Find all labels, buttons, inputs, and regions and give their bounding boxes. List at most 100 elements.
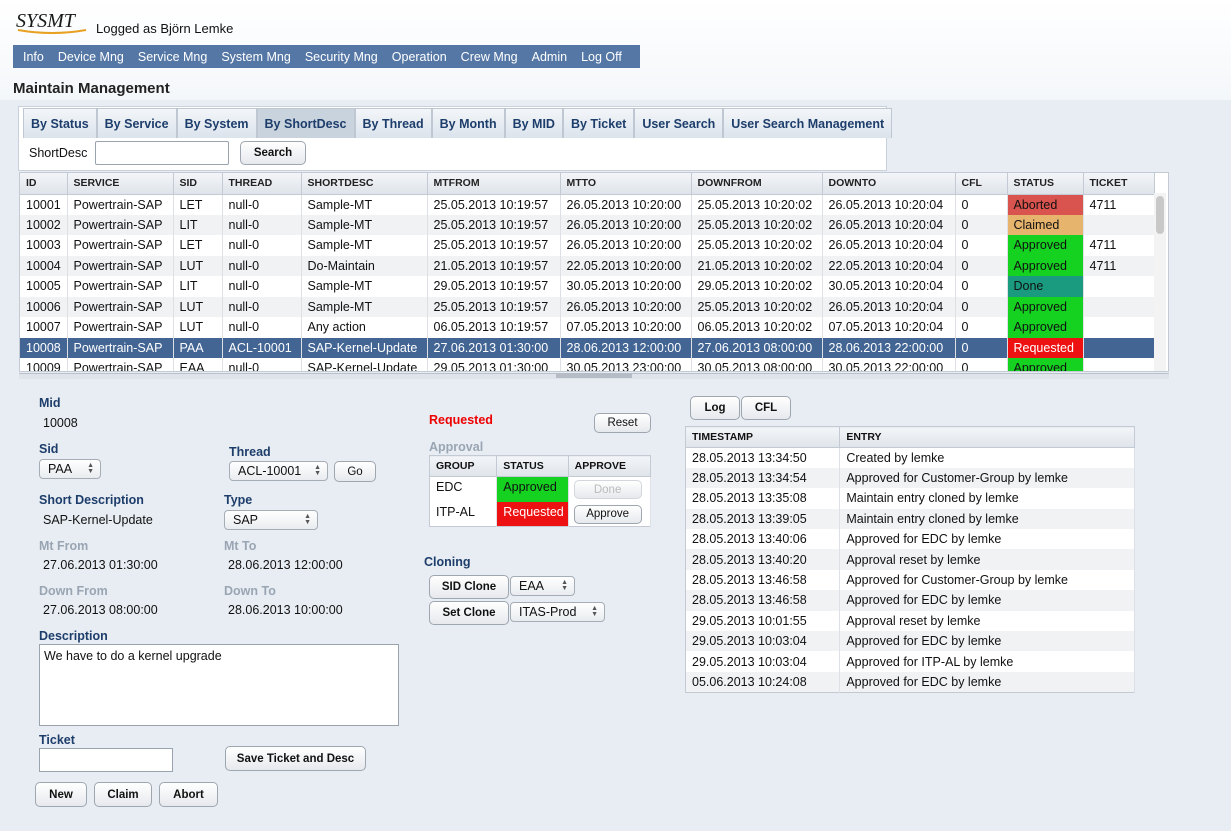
table-row[interactable]: 10008 Powertrain-SAP PAA ACL-10001 SAP-Kerne… xyxy=(20,337,1155,358)
new-button[interactable]: New xyxy=(35,782,87,807)
table-row[interactable]: 10009 Powertrain-SAP EAA null-0 SAP-Kernel-U… xyxy=(20,358,1155,371)
select-arrows-icon: ▲ ▼ xyxy=(314,464,321,477)
shortdesc-detail-label: Short Description xyxy=(39,493,144,507)
column-header-mtto[interactable]: MTTO xyxy=(560,173,692,195)
tab-by-shortdesc[interactable]: By ShortDesc xyxy=(256,108,355,138)
tab-by-mid[interactable]: By MID xyxy=(504,108,563,138)
description-textarea[interactable]: We have to do a kernel upgrade xyxy=(39,644,399,726)
mtfrom-label: Mt From xyxy=(39,539,89,553)
table-row[interactable]: 10001 Powertrain-SAP LET null-0 Sample-MT 25.… xyxy=(20,194,1155,215)
cell-status: Aborted xyxy=(1007,194,1084,215)
column-header-shortdesc[interactable]: SHORTDESC xyxy=(301,173,428,195)
cell-status: Claimed xyxy=(1007,214,1084,235)
log-timestamp: 28.05.2013 13:46:58 xyxy=(685,590,841,611)
column-header-service[interactable]: SERVICE xyxy=(67,173,174,195)
menu-item-log-off[interactable]: Log Off xyxy=(581,50,622,64)
grid-scroll-thumb[interactable] xyxy=(1156,196,1164,234)
select-arrows-icon: ▲ ▼ xyxy=(591,605,598,618)
cell-cfl: 0 xyxy=(955,317,1008,338)
tab-by-month[interactable]: By Month xyxy=(431,108,505,138)
tab-user-search-management[interactable]: User Search Management xyxy=(723,108,893,138)
cell-sid: EAA xyxy=(173,358,223,371)
cell-ticket xyxy=(1083,358,1155,371)
select-arrows-icon: ▲ ▼ xyxy=(304,513,311,526)
log-entry: Approval reset by lemke xyxy=(839,610,1135,632)
reset-button[interactable]: Reset xyxy=(594,413,651,433)
approval-group: ITP-AL xyxy=(429,501,498,527)
cell-thread: null-0 xyxy=(222,296,302,317)
type-select[interactable]: SAP ▲ ▼ xyxy=(224,510,318,530)
column-header-id[interactable]: ID xyxy=(20,173,68,195)
menu-item-operation[interactable]: Operation xyxy=(392,50,447,64)
search-button[interactable]: Search xyxy=(240,141,306,165)
tab-user-search[interactable]: User Search xyxy=(634,108,724,138)
cell-downto: 07.05.2013 10:20:04 xyxy=(822,317,956,338)
cell-thread: null-0 xyxy=(222,235,302,256)
save-ticket-desc-button[interactable]: Save Ticket and Desc xyxy=(225,746,366,771)
table-row[interactable]: 10005 Powertrain-SAP LIT null-0 Sample-MT 29.… xyxy=(20,276,1155,297)
menu-item-admin[interactable]: Admin xyxy=(532,50,567,64)
tab-by-system[interactable]: By System xyxy=(176,108,257,138)
shortdesc-input[interactable] xyxy=(95,141,229,165)
tab-by-ticket[interactable]: By Ticket xyxy=(562,108,635,138)
tab-by-thread[interactable]: By Thread xyxy=(354,108,432,138)
abort-button[interactable]: Abort xyxy=(159,782,218,807)
log-row: 29.05.2013 10:03:04 Approved for EDC by l… xyxy=(685,631,1135,652)
claim-button[interactable]: Claim xyxy=(94,782,152,807)
cell-downto: 26.05.2013 10:20:04 xyxy=(822,296,956,317)
thread-select-value: ACL-10001 xyxy=(238,464,302,478)
menu-item-info[interactable]: Info xyxy=(23,50,44,64)
menu-item-security-mng[interactable]: Security Mng xyxy=(305,50,378,64)
menu-item-service-mng[interactable]: Service Mng xyxy=(138,50,207,64)
approve-button[interactable]: Approve xyxy=(573,504,642,524)
cell-mtfrom: 27.06.2013 01:30:00 xyxy=(427,337,561,358)
cell-sid: PAA xyxy=(173,337,223,358)
log-row: 28.05.2013 13:40:06 Approved for EDC by l… xyxy=(685,529,1135,550)
downto-label: Down To xyxy=(224,584,276,598)
tab-by-service[interactable]: By Service xyxy=(96,108,177,138)
sid-select[interactable]: PAA ▲ ▼ xyxy=(39,459,101,479)
tab-by-status[interactable]: By Status xyxy=(23,108,97,138)
sid-clone-button[interactable]: SID Clone xyxy=(429,575,509,599)
log-row: 28.05.2013 13:46:58 Approved for EDC by l… xyxy=(685,590,1135,611)
table-row[interactable]: 10003 Powertrain-SAP LET null-0 Sample-MT 25.… xyxy=(20,235,1155,256)
log-row: 29.05.2013 10:01:55 Approval reset by lem… xyxy=(685,610,1135,632)
ticket-input[interactable] xyxy=(39,748,173,772)
log-table: TIMESTAMP ENTRY 28.05.2013 13:34:50 Create… xyxy=(685,426,1135,693)
cfl-tab-button[interactable]: CFL xyxy=(741,396,791,420)
column-header-sid[interactable]: SID xyxy=(173,173,223,195)
cell-status: Approved xyxy=(1007,235,1084,256)
log-row: 28.05.2013 13:34:54 Approved for Customer… xyxy=(685,467,1135,489)
column-header-downto[interactable]: DOWNTO xyxy=(822,173,956,195)
go-button[interactable]: Go xyxy=(334,461,376,482)
cell-mtto: 26.05.2013 10:20:00 xyxy=(560,235,692,256)
cell-downto: 28.06.2013 22:00:00 xyxy=(822,337,956,358)
menu-item-crew-mng[interactable]: Crew Mng xyxy=(461,50,518,64)
cell-sid: LUT xyxy=(173,255,223,276)
table-row[interactable]: 10004 Powertrain-SAP LUT null-0 Do-Maintain 2… xyxy=(20,255,1155,276)
column-header-downfrom[interactable]: DOWNFROM xyxy=(691,173,823,195)
table-row[interactable]: 10007 Powertrain-SAP LUT null-0 Any action 06… xyxy=(20,317,1155,338)
cell-id: 10006 xyxy=(20,296,68,317)
column-header-mtfrom[interactable]: MTFROM xyxy=(427,173,561,195)
cell-shortdesc: SAP-Kernel-Update xyxy=(301,358,428,371)
cell-shortdesc: Sample-MT xyxy=(301,296,428,317)
column-header-ticket[interactable]: TICKET xyxy=(1083,173,1155,195)
splitter-handle[interactable] xyxy=(556,373,632,378)
cell-service: Powertrain-SAP xyxy=(67,276,174,297)
log-tab-button[interactable]: Log xyxy=(690,396,740,420)
cell-downfrom: 25.05.2013 10:20:02 xyxy=(691,194,823,215)
set-clone-select[interactable]: ITAS-Prod ▲ ▼ xyxy=(510,602,605,622)
set-clone-button[interactable]: Set Clone xyxy=(429,601,509,625)
menu-item-system-mng[interactable]: System Mng xyxy=(221,50,290,64)
column-header-cfl[interactable]: CFL xyxy=(955,173,1008,195)
sid-clone-select[interactable]: EAA ▲ ▼ xyxy=(510,576,575,596)
cell-service: Powertrain-SAP xyxy=(67,194,174,215)
column-header-thread[interactable]: THREAD xyxy=(222,173,302,195)
table-row[interactable]: 10006 Powertrain-SAP LUT null-0 Sample-MT 25.… xyxy=(20,296,1155,317)
thread-select[interactable]: ACL-10001 ▲ ▼ xyxy=(229,461,328,481)
table-row[interactable]: 10002 Powertrain-SAP LIT null-0 Sample-MT 25.… xyxy=(20,214,1155,235)
log-entry: Approved for Customer-Group by lemke xyxy=(839,569,1135,591)
menu-item-device-mng[interactable]: Device Mng xyxy=(58,50,124,64)
column-header-status[interactable]: STATUS xyxy=(1007,173,1084,195)
